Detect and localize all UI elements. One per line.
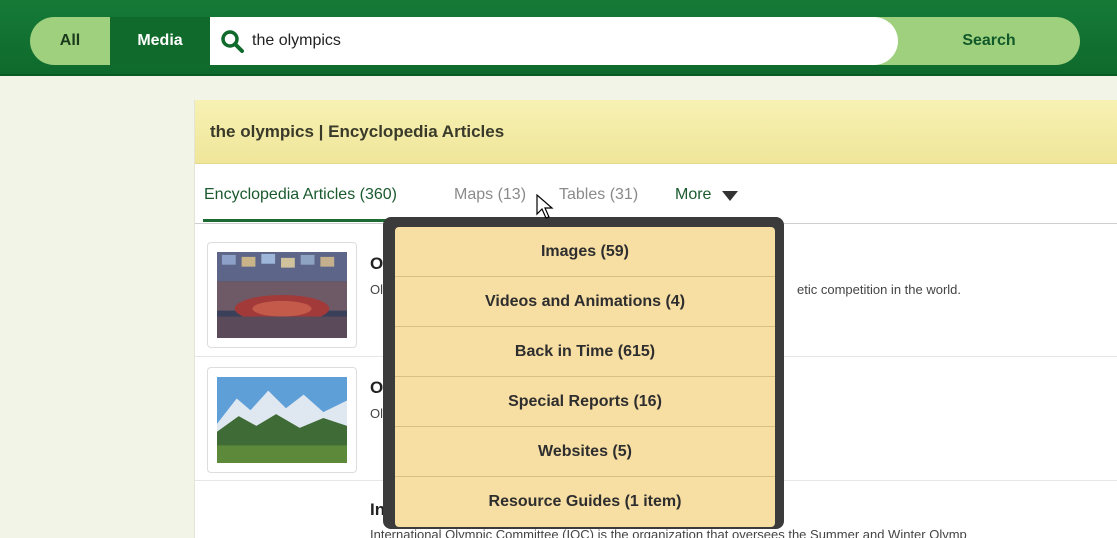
more-dropdown-menu: Images (59) Videos and Animations (4) Ba…: [383, 217, 784, 529]
search-icon: [221, 30, 244, 53]
tab-all[interactable]: All: [30, 17, 110, 65]
menu-item-special-reports[interactable]: Special Reports (16): [395, 377, 775, 427]
top-bar: All Media Search: [0, 0, 1117, 76]
menu-item-back-in-time[interactable]: Back in Time (615): [395, 327, 775, 377]
tab-more[interactable]: More: [675, 186, 711, 204]
chevron-down-icon[interactable]: [722, 191, 738, 201]
menu-item-resource-guides[interactable]: Resource Guides (1 item): [395, 477, 775, 527]
search-bar: All Media Search: [30, 17, 1080, 65]
tab-media[interactable]: Media: [110, 17, 210, 65]
page-title: the olympics | Encyclopedia Articles: [195, 100, 1117, 164]
tab-tables[interactable]: Tables (31): [559, 186, 638, 204]
tab-encyclopedia-articles[interactable]: Encyclopedia Articles (360): [204, 186, 397, 204]
menu-item-images[interactable]: Images (59): [395, 227, 775, 277]
tab-maps[interactable]: Maps (13): [454, 186, 526, 204]
result-thumbnail[interactable]: [207, 242, 357, 348]
search-input[interactable]: [252, 17, 872, 65]
search-input-box: [210, 17, 898, 65]
result-thumbnail[interactable]: [207, 367, 357, 473]
dropdown-list: Images (59) Videos and Animations (4) Ba…: [395, 227, 775, 527]
menu-item-videos-animations[interactable]: Videos and Animations (4): [395, 277, 775, 327]
mouse-pointer-icon: [536, 194, 554, 219]
menu-item-websites[interactable]: Websites (5): [395, 427, 775, 477]
category-tabs: Encyclopedia Articles (360) Maps (13) Ta…: [195, 164, 1117, 224]
olympics-ceremony-image: [217, 252, 347, 338]
result-snippet-tail: etic competition in the world.: [797, 282, 962, 297]
search-button[interactable]: Search: [898, 17, 1080, 65]
mountain-landscape-image: [217, 377, 347, 463]
